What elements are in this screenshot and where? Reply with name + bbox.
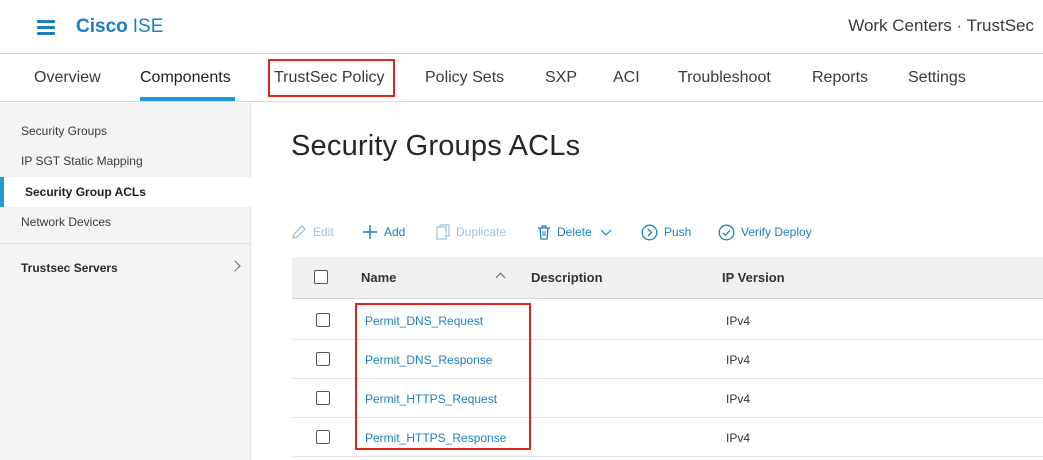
check-circle-icon (718, 224, 735, 240)
chevron-down-icon (600, 229, 612, 236)
duplicate-button[interactable]: Duplicate (436, 222, 506, 242)
edit-button[interactable]: Edit (291, 222, 334, 242)
table-header: Name Description IP Version (292, 257, 1043, 299)
tab-settings[interactable]: Settings (908, 69, 966, 87)
add-label: Add (384, 225, 406, 239)
sidebar: Security Groups IP SGT Static Mapping Se… (0, 103, 251, 460)
tab-troubleshoot[interactable]: Troubleshoot (678, 69, 771, 87)
sidebar-item-network-devices[interactable]: Network Devices (0, 207, 251, 237)
sidebar-divider (0, 243, 251, 244)
sidebar-group-trustsec-servers[interactable]: Trustsec Servers (0, 253, 251, 283)
sidebar-item-security-groups[interactable]: Security Groups (0, 116, 251, 146)
product-logo[interactable]: Cisco ISE (76, 16, 163, 38)
tab-policy-sets[interactable]: Policy Sets (425, 69, 504, 87)
plus-icon (363, 225, 377, 239)
arrow-circle-icon (641, 224, 658, 240)
tab-bar: Overview Components TrustSec Policy Poli… (0, 55, 1043, 102)
tab-overview[interactable]: Overview (34, 69, 101, 87)
brand-name: Cisco (76, 16, 128, 37)
pencil-icon (292, 225, 306, 239)
push-button[interactable]: Push (641, 222, 691, 242)
table-row[interactable]: Permit_HTTPS_Response IPv4 (292, 418, 1043, 457)
row-checkbox[interactable] (316, 391, 330, 405)
edit-label: Edit (313, 225, 334, 239)
select-all-checkbox[interactable] (314, 270, 328, 284)
delete-button[interactable]: Delete (537, 222, 612, 242)
add-button[interactable]: Add (362, 222, 405, 242)
column-header-description[interactable]: Description (531, 270, 603, 285)
row-checkbox[interactable] (316, 352, 330, 366)
ip-version-cell: IPv4 (726, 431, 751, 445)
tab-aci[interactable]: ACI (613, 69, 640, 87)
tab-sxp[interactable]: SXP (545, 69, 577, 87)
acl-name-link[interactable]: Permit_HTTPS_Response (365, 431, 506, 445)
trash-icon (538, 225, 550, 240)
ip-version-cell: IPv4 (726, 392, 751, 406)
duplicate-label: Duplicate (456, 225, 507, 239)
copy-icon (436, 224, 450, 240)
hamburger-icon[interactable] (37, 20, 55, 35)
table-row[interactable]: Permit_DNS_Response IPv4 (292, 340, 1043, 379)
breadcrumb: Work Centers · TrustSec (848, 16, 1034, 35)
page-title: Security Groups ACLs (291, 130, 581, 162)
sidebar-group-label: Trustsec Servers (21, 261, 118, 275)
chevron-up-icon[interactable] (495, 272, 506, 283)
column-name-label: Name (361, 270, 397, 285)
row-checkbox[interactable] (316, 430, 330, 444)
table-row[interactable]: Permit_DNS_Request IPv4 (292, 301, 1043, 340)
sidebar-item-security-group-acls[interactable]: Security Group ACLs (0, 177, 251, 207)
column-header-name[interactable]: Name (361, 270, 396, 285)
row-checkbox[interactable] (316, 313, 330, 327)
acl-name-link[interactable]: Permit_DNS_Request (365, 314, 483, 328)
tab-components[interactable]: Components (140, 69, 231, 87)
tab-trustsec-policy[interactable]: TrustSec Policy (274, 69, 385, 87)
active-tab-indicator (140, 97, 235, 101)
top-header: Cisco ISE Work Centers · TrustSec (0, 0, 1043, 54)
brand-product: ISE (132, 16, 164, 37)
ip-version-cell: IPv4 (726, 353, 751, 367)
tab-reports[interactable]: Reports (812, 69, 868, 87)
acl-name-link[interactable]: Permit_DNS_Response (365, 353, 492, 367)
push-label: Push (664, 225, 692, 239)
delete-label: Delete (557, 225, 592, 239)
ip-version-cell: IPv4 (726, 314, 751, 328)
verify-deploy-label: Verify Deploy (741, 225, 812, 239)
sidebar-item-ip-sgt-static-mapping[interactable]: IP SGT Static Mapping (0, 146, 251, 176)
column-header-ip-version[interactable]: IP Version (722, 270, 785, 285)
verify-deploy-button[interactable]: Verify Deploy (718, 222, 812, 242)
chevron-right-icon (229, 260, 241, 272)
table-row[interactable]: Permit_HTTPS_Request IPv4 (292, 379, 1043, 418)
acl-name-link[interactable]: Permit_HTTPS_Request (365, 392, 497, 406)
